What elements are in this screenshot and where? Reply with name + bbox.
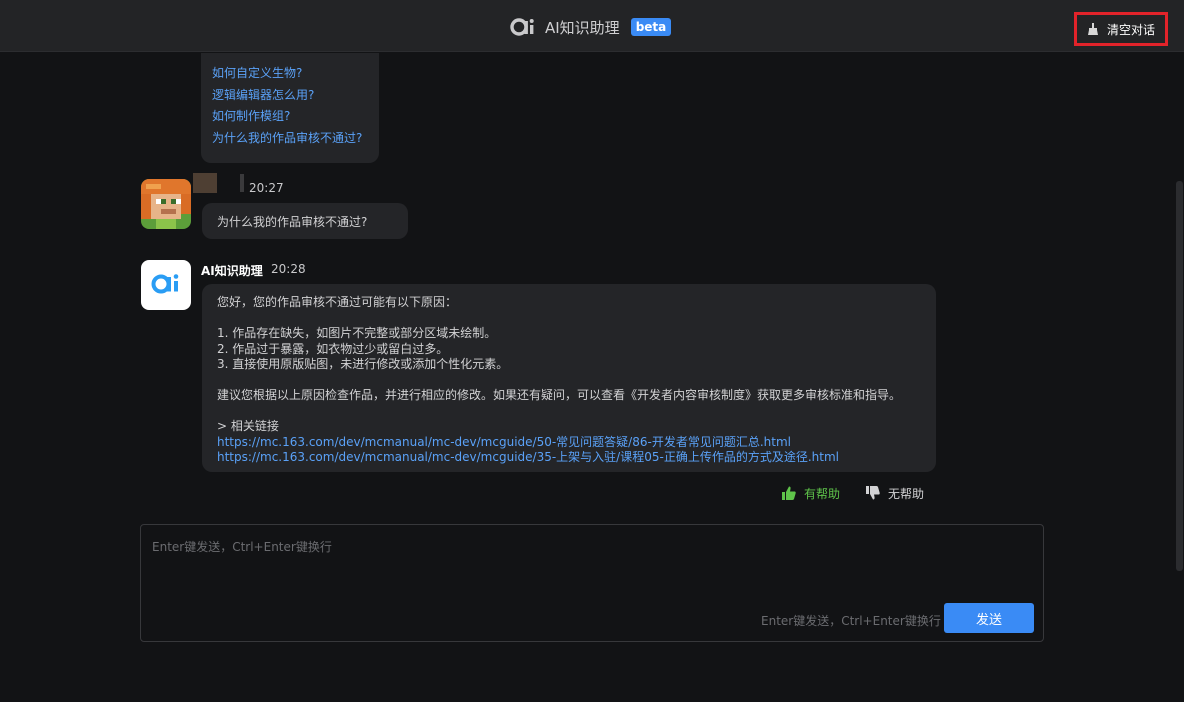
user-message-time: 20:27 <box>249 181 284 195</box>
suggestion-item[interactable]: 如何制作模组? <box>212 106 368 128</box>
helpful-label: 有帮助 <box>804 486 841 501</box>
suggestion-item[interactable]: 如何自定义生物? <box>212 63 368 85</box>
user-message-bubble: 为什么我的作品审核不通过? <box>202 203 408 239</box>
ai-logo-icon <box>151 271 181 299</box>
suggestion-item[interactable]: 为什么我的作品审核不通过? <box>212 128 368 150</box>
user-message-text: 为什么我的作品审核不通过? <box>217 215 368 229</box>
thumbs-up-icon <box>782 486 796 500</box>
user-name-divider <box>240 174 244 192</box>
message-input[interactable] <box>141 525 1043 601</box>
broom-icon <box>1087 23 1099 35</box>
suggestion-list: 如何自定义生物? 逻辑编辑器怎么用? 如何制作模组? 为什么我的作品审核不通过? <box>201 53 379 163</box>
unhelpful-button[interactable]: 无帮助 <box>866 485 924 501</box>
send-button[interactable]: 发送 <box>944 603 1034 633</box>
page-title: AI知识助理 <box>545 18 620 37</box>
ai-name: AI知识助理 <box>201 264 263 278</box>
clear-conversation-button[interactable]: 清空对话 <box>1074 12 1168 46</box>
chat-scrollbar[interactable] <box>1176 181 1183 571</box>
ai-message-time: 20:28 <box>271 262 306 276</box>
helpful-button[interactable]: 有帮助 <box>782 485 840 501</box>
user-avatar <box>141 179 191 229</box>
answer-intro: 您好，您的作品审核不通过可能有以下原因： <box>217 295 458 309</box>
thumbs-down-icon <box>866 486 880 500</box>
answer-reason: 1. 作品存在缺失，如图片不完整或部分区域未绘制。 <box>217 326 497 340</box>
header-title-group: AI知识助理 beta <box>510 14 672 40</box>
ai-answer-bubble: 您好，您的作品审核不通过可能有以下原因： 1. 作品存在缺失，如图片不完整或部分… <box>202 284 936 472</box>
links-heading: > 相关链接 <box>217 419 279 433</box>
answer-advice: 建议您根据以上原因检查作品，并进行相应的修改。如果还有疑问，可以查看《开发者内容… <box>217 388 902 402</box>
related-link[interactable]: https://mc.163.com/dev/mcmanual/mc-dev/m… <box>217 435 921 451</box>
user-name-redacted <box>193 173 217 193</box>
answer-reason: 3. 直接使用原版贴图，未进行修改或添加个性化元素。 <box>217 357 509 371</box>
beta-badge: beta <box>630 18 672 36</box>
related-link[interactable]: https://mc.163.com/dev/mcmanual/mc-dev/m… <box>217 450 921 466</box>
message-composer: Enter键发送，Ctrl+Enter键换行 发送 <box>140 524 1044 642</box>
ai-avatar <box>141 260 191 310</box>
unhelpful-label: 无帮助 <box>888 486 925 501</box>
suggestion-item[interactable]: 逻辑编辑器怎么用? <box>212 85 368 107</box>
answer-reason: 2. 作品过于暴露，如衣物过少或留白过多。 <box>217 341 449 356</box>
header-bar: AI知识助理 beta 清空对话 <box>0 0 1184 52</box>
ai-logo-icon <box>510 16 536 38</box>
clear-conversation-label: 清空对话 <box>1106 22 1155 37</box>
shortcut-hint: Enter键发送，Ctrl+Enter键换行 <box>761 614 941 628</box>
chat-area: 如何自定义生物? 逻辑编辑器怎么用? 如何制作模组? 为什么我的作品审核不通过?… <box>0 53 1184 571</box>
